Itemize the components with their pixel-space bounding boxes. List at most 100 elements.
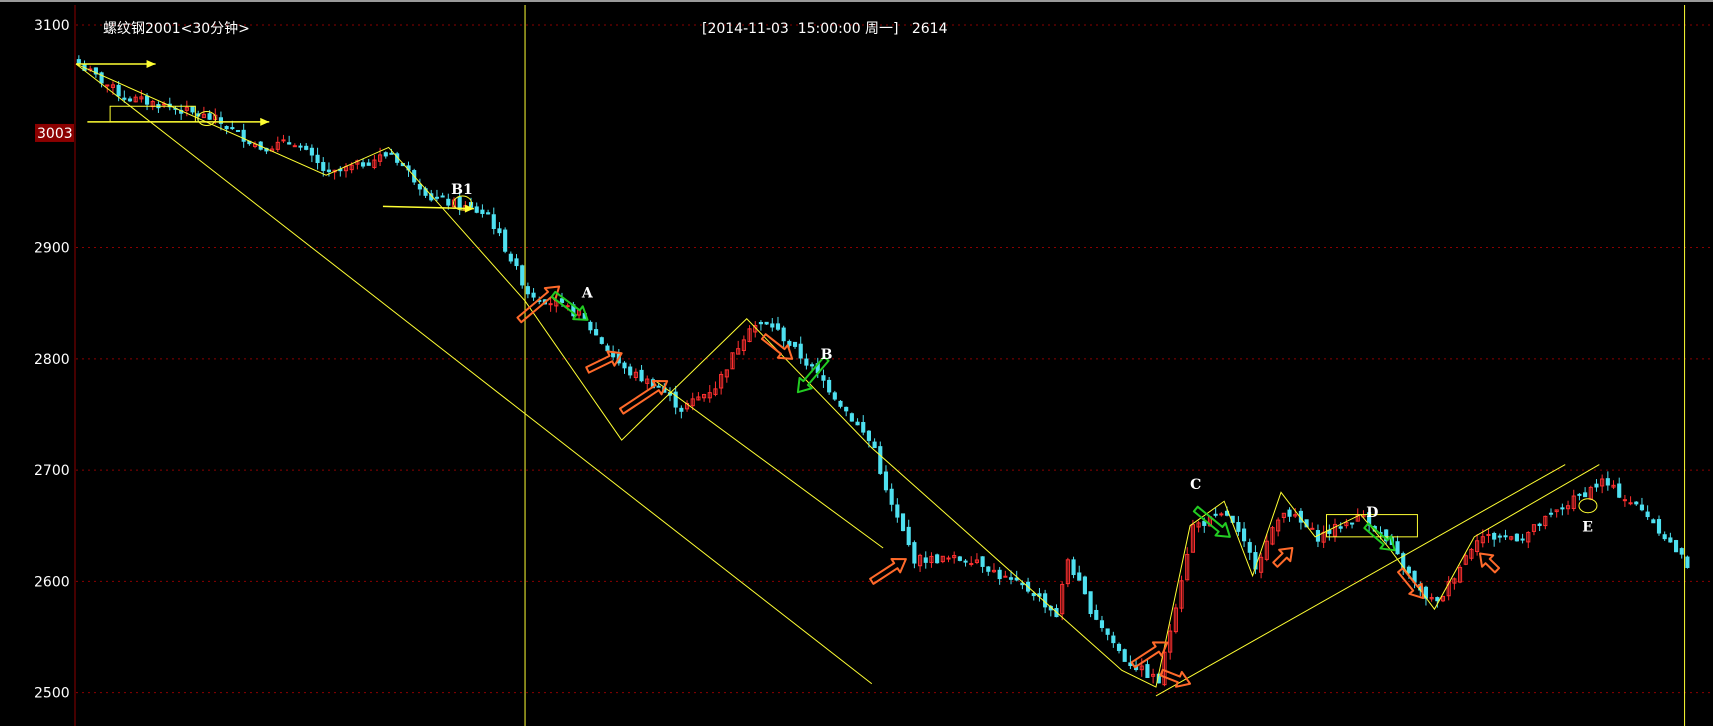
candle (991, 563, 997, 574)
candle (855, 418, 860, 426)
candle-body (440, 195, 445, 198)
candle-body (1486, 533, 1491, 536)
candle-body (520, 265, 525, 286)
cursor-info-readout: [2014-11-03 15:00:00 周一] 2614 (702, 21, 948, 37)
candle (878, 441, 883, 475)
horizontal-arrow-head (260, 117, 270, 126)
candle-body (1145, 664, 1150, 678)
candle (241, 123, 246, 148)
candle-body (969, 563, 974, 566)
candle-body (1651, 519, 1656, 524)
candle-body (810, 364, 815, 367)
candle (1446, 576, 1451, 601)
candle-body (315, 154, 320, 164)
candle (639, 364, 644, 383)
candle-body (792, 341, 798, 347)
candle (383, 151, 388, 159)
candle-body (622, 362, 627, 369)
candle-body (838, 400, 843, 407)
candle (281, 134, 286, 143)
candle-body (1213, 513, 1218, 516)
candle-body (1116, 643, 1122, 652)
y-axis: 3100 2900 2800 2700 2600 2500 3003 (34, 18, 74, 702)
candle-body (1628, 502, 1633, 505)
candle (525, 282, 530, 299)
candle-body (287, 142, 292, 145)
candle-body (889, 488, 894, 505)
candle (1673, 539, 1679, 553)
candle (1486, 528, 1491, 543)
orange-arrow-icon (760, 333, 794, 360)
chart-title: 螺纹钢2001<30分钟> (103, 21, 250, 37)
candle (1560, 503, 1565, 516)
candle-body (417, 183, 422, 190)
candle (1350, 522, 1355, 529)
candle (1526, 531, 1531, 549)
candle-body (821, 375, 826, 381)
candle (1656, 515, 1662, 536)
candle (1548, 508, 1554, 518)
candle-body (605, 345, 610, 352)
candle (935, 553, 940, 564)
candle (1321, 525, 1326, 548)
candle (1088, 591, 1093, 618)
candle (889, 483, 894, 512)
candle-body (1497, 535, 1502, 538)
trend-line (75, 63, 1600, 688)
candle-body (230, 127, 235, 130)
candles-layer (76, 55, 1690, 687)
orange-arrow-icon (1130, 641, 1169, 669)
candle-body (207, 113, 212, 120)
candle (912, 540, 917, 569)
candle (719, 371, 724, 395)
candle (1639, 497, 1645, 512)
candle-body (1617, 483, 1622, 498)
candle (486, 209, 491, 215)
candle (929, 552, 934, 568)
candle-body (588, 321, 593, 331)
annotations-layer (75, 59, 1600, 697)
candle-body (360, 162, 366, 167)
trend-line (655, 380, 884, 549)
candle (1077, 565, 1082, 581)
candle (1622, 494, 1627, 507)
candle (1565, 500, 1571, 515)
candle (1168, 624, 1173, 660)
candle (1685, 555, 1690, 569)
candle (1583, 487, 1588, 498)
candle-body (1406, 566, 1411, 574)
point-label: C (1190, 477, 1201, 493)
candle-body (1537, 523, 1542, 526)
candle-body (679, 407, 684, 412)
candle-body (872, 441, 877, 449)
candle (844, 406, 849, 417)
candle (150, 99, 155, 111)
horizontal-arrow-head (146, 59, 156, 68)
candle (1531, 524, 1537, 536)
candle (724, 369, 729, 383)
candle (923, 551, 928, 569)
candle (645, 375, 650, 390)
candle (520, 264, 525, 289)
candle-body (531, 292, 536, 298)
candle (309, 144, 314, 163)
candle-body (1435, 597, 1440, 602)
candle (946, 555, 951, 563)
candle (1537, 522, 1542, 532)
candle-body (1003, 575, 1008, 578)
candle (531, 288, 536, 301)
candlestick-chart[interactable]: 3100 2900 2800 2700 2600 2500 3003 B1 A B C D E (0, 0, 1713, 726)
candle (1065, 557, 1070, 588)
candle (1219, 512, 1224, 517)
candle (1173, 603, 1178, 634)
candle-body (935, 554, 940, 564)
candle-body (565, 305, 570, 308)
candle-body (1685, 556, 1690, 568)
candle (821, 369, 826, 388)
candle-body (1043, 593, 1048, 608)
candle (548, 298, 553, 312)
candle (1003, 570, 1008, 578)
point-label: B (821, 347, 833, 363)
candle (849, 412, 854, 422)
candle-body (878, 446, 883, 474)
